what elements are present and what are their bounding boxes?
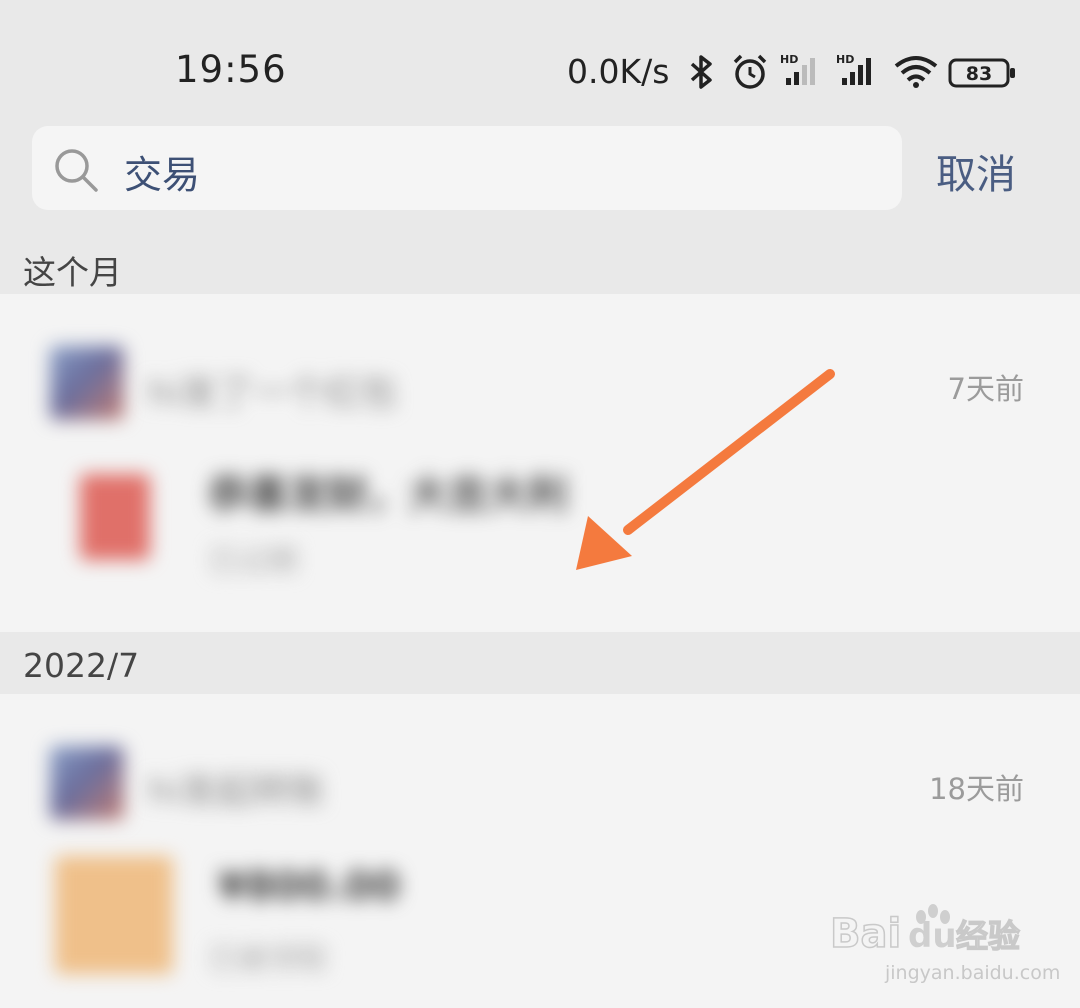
svg-text:du: du bbox=[908, 916, 957, 956]
watermark-url: jingyan.baidu.com bbox=[885, 962, 1061, 984]
baidu-jingyan-logo: Bai du 经验 bbox=[830, 904, 1021, 958]
svg-text:经验: 经验 bbox=[956, 917, 1020, 955]
svg-text:Bai: Bai bbox=[830, 911, 901, 957]
annotation-arrow-icon bbox=[576, 369, 835, 570]
